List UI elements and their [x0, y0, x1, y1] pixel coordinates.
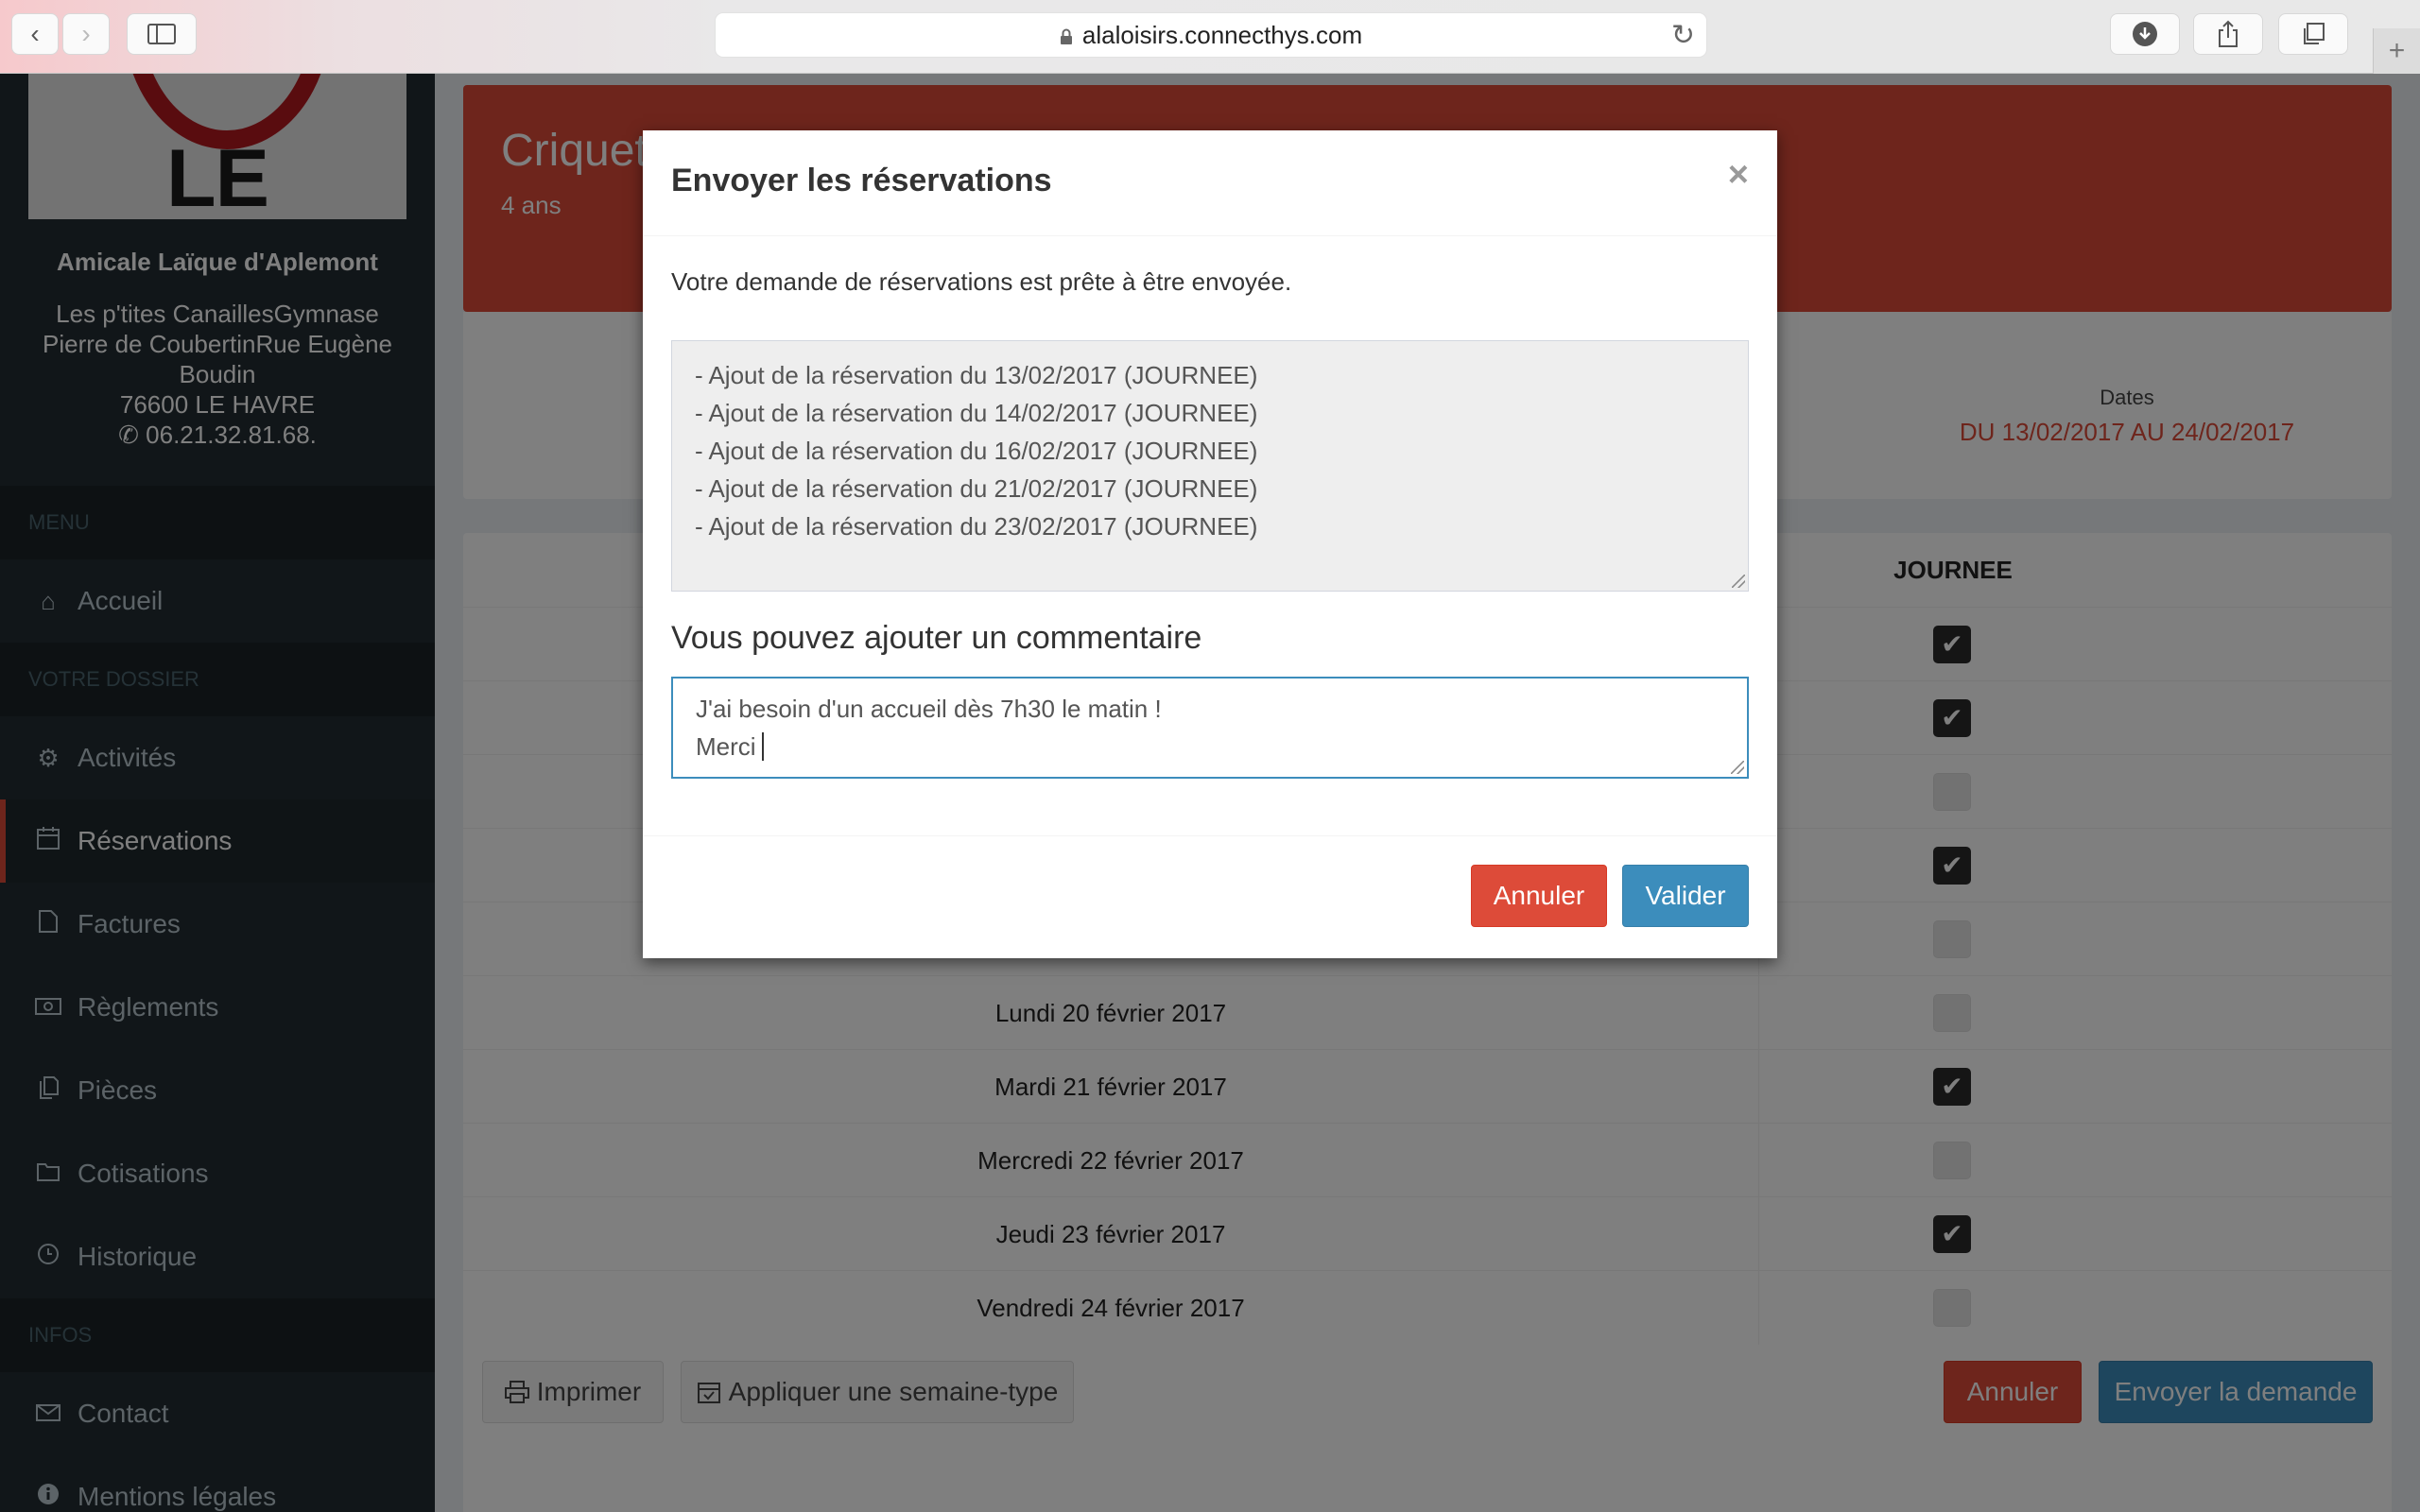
forward-button[interactable]: › — [62, 13, 110, 55]
modal-header: Envoyer les réservations × — [643, 130, 1777, 236]
sidebar-toggle-button[interactable] — [127, 13, 197, 55]
modal-footer: Annuler Valider — [643, 835, 1777, 958]
downloads-button[interactable] — [2110, 13, 2180, 55]
new-tab-button[interactable]: + — [2373, 28, 2420, 74]
share-icon — [2219, 20, 2238, 47]
chevron-right-icon: › — [81, 19, 91, 48]
comment-label: Vous pouvez ajouter un commentaire — [671, 620, 1202, 656]
close-icon[interactable]: × — [1728, 155, 1749, 196]
back-button[interactable]: ‹ — [11, 13, 59, 55]
comment-line: Merci — [696, 732, 756, 761]
browser-toolbar: ‹ › alaloisirs.connecthys.com ↻ + — [0, 0, 2420, 74]
address-bar[interactable]: alaloisirs.connecthys.com ↻ — [715, 12, 1707, 58]
validate-button[interactable]: Valider — [1622, 865, 1749, 927]
lock-icon — [1060, 28, 1072, 44]
summary-line: - Ajout de la réservation du 13/02/2017 … — [695, 361, 1258, 389]
modal-cancel-label: Annuler — [1493, 881, 1585, 910]
tabs-button[interactable] — [2278, 13, 2348, 55]
download-icon — [2133, 22, 2157, 46]
reservation-summary: - Ajout de la réservation du 13/02/2017 … — [671, 340, 1749, 592]
modal-title: Envoyer les réservations — [671, 163, 1052, 198]
chevron-left-icon: ‹ — [30, 19, 40, 48]
summary-line: - Ajout de la réservation du 23/02/2017 … — [695, 512, 1258, 541]
plus-icon: + — [2388, 35, 2406, 66]
comment-textarea[interactable]: J'ai besoin d'un accueil dès 7h30 le mat… — [671, 677, 1749, 779]
resize-handle[interactable] — [1732, 575, 1745, 588]
share-button[interactable] — [2193, 13, 2263, 55]
comment-line: J'ai besoin d'un accueil dès 7h30 le mat… — [696, 695, 1162, 723]
sidebar-icon — [147, 24, 176, 44]
summary-line: - Ajout de la réservation du 21/02/2017 … — [695, 474, 1258, 503]
url-text: alaloisirs.connecthys.com — [1081, 20, 1363, 49]
resize-handle[interactable] — [1731, 761, 1744, 774]
text-caret — [761, 732, 764, 761]
modal-cancel-button[interactable]: Annuler — [1471, 865, 1607, 927]
reload-icon[interactable]: ↻ — [1671, 19, 1695, 52]
validate-label: Valider — [1645, 881, 1726, 910]
send-reservations-modal: Envoyer les réservations × Votre demande… — [643, 130, 1777, 958]
summary-line: - Ajout de la réservation du 14/02/2017 … — [695, 399, 1258, 427]
summary-line: - Ajout de la réservation du 16/02/2017 … — [695, 437, 1258, 465]
comment-line-last: Merci — [696, 728, 1724, 765]
modal-intro: Votre demande de réservations est prête … — [671, 267, 1292, 296]
tabs-icon — [2304, 23, 2325, 44]
